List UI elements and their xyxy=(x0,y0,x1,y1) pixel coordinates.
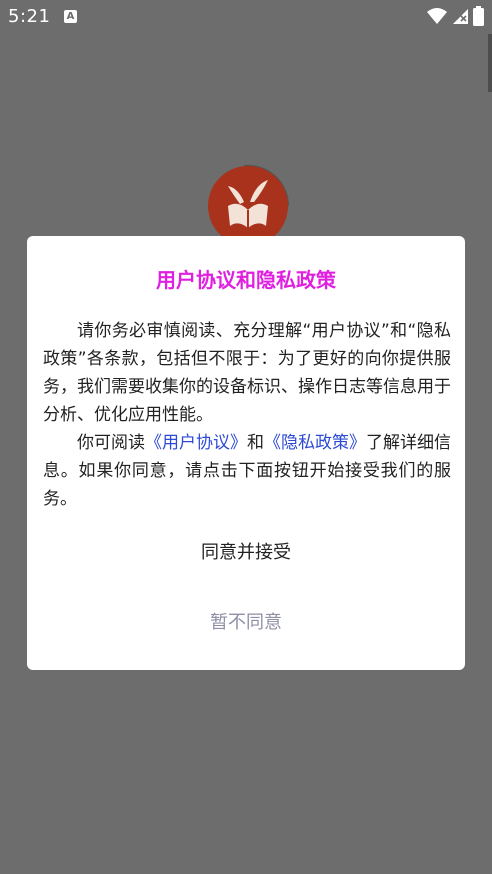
status-time: 5:21 xyxy=(8,6,51,27)
links-paragraph: 你可阅读《用户协议》和《隐私政策》了解详细信息。如果你同意，请点击下面按钮开始接… xyxy=(43,429,451,513)
user-agreement-link[interactable]: 《用户协议》 xyxy=(145,433,247,453)
wifi-icon xyxy=(427,8,447,24)
privacy-dialog: 用户协议和隐私政策 请你务必审慎阅读、充分理解“用户协议”和“隐私政策”各条款，… xyxy=(27,236,465,670)
consent-paragraph: 请你务必审慎阅读、充分理解“用户协议”和“隐私政策”各条款，包括但不限于：为了更… xyxy=(43,321,451,425)
read-prefix: 你可阅读 xyxy=(77,433,145,453)
scroll-indicator xyxy=(488,34,492,92)
decline-button[interactable]: 暂不同意 xyxy=(27,608,465,638)
and-text: 和 xyxy=(247,433,264,453)
status-bar: 5:21 A xyxy=(0,0,492,34)
privacy-policy-link[interactable]: 《隐私政策》 xyxy=(264,433,366,453)
dialog-body: 请你务必审慎阅读、充分理解“用户协议”和“隐私政策”各条款，包括但不限于：为了更… xyxy=(43,317,451,513)
accept-button[interactable]: 同意并接受 xyxy=(27,538,465,568)
status-icons xyxy=(427,6,484,26)
dialog-title: 用户协议和隐私政策 xyxy=(156,268,336,292)
battery-icon xyxy=(473,6,484,26)
signal-icon xyxy=(453,9,468,24)
notification-app-icon: A xyxy=(64,10,77,23)
